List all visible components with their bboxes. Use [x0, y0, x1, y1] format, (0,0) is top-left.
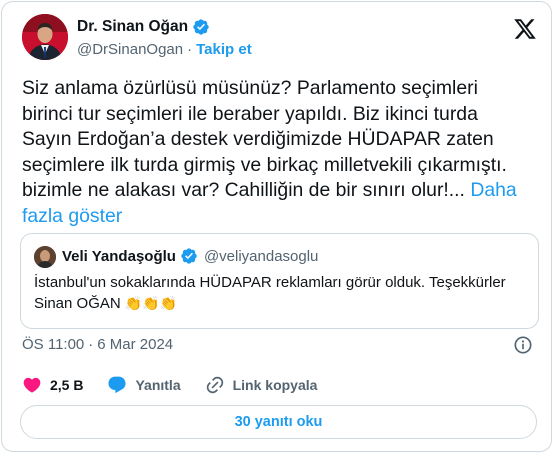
info-icon[interactable]	[513, 335, 533, 355]
like-button[interactable]: 2,5 B	[22, 375, 83, 395]
author-avatar[interactable]	[22, 14, 68, 60]
quoted-tweet-body: İstanbul'un sokaklarında HÜDAPAR reklaml…	[34, 274, 506, 312]
read-replies-button[interactable]: 30 yanıtı oku	[20, 405, 537, 439]
quoted-author-avatar	[34, 246, 56, 268]
quoted-tweet[interactable]: Veli Yandaşoğlu @veliyandasoglu İstanbul…	[20, 233, 539, 329]
tweet-body: Siz anlama özürlüsü müsünüz? Parlamento …	[22, 77, 507, 201]
reply-bubble-icon	[108, 376, 127, 394]
verified-badge-icon	[180, 247, 198, 265]
tweet-card: Dr. Sinan Oğan @DrSinanOgan · Takip et S…	[1, 1, 552, 452]
author-name-row: Dr. Sinan Oğan	[77, 18, 210, 36]
copy-link-button[interactable]: Link kopyala	[205, 375, 318, 395]
verified-badge-icon	[192, 18, 210, 36]
tweet-actions: 2,5 B Yanıtla Link kopyala	[22, 374, 341, 396]
avatar-image	[22, 14, 68, 60]
quoted-author-row: Veli Yandaşoğlu @veliyandasoglu	[62, 247, 318, 265]
reply-button[interactable]: Yanıtla	[107, 375, 181, 395]
link-icon	[206, 376, 223, 394]
copy-link-label: Link kopyala	[232, 377, 318, 393]
x-logo-icon[interactable]	[513, 17, 537, 41]
author-handle-row: @DrSinanOgan · Takip et	[77, 41, 252, 58]
quoted-author-name: Veli Yandaşoğlu	[62, 247, 176, 265]
heart-icon	[23, 377, 41, 393]
reply-label: Yanıtla	[135, 377, 181, 393]
tweet-text: Siz anlama özürlüsü müsünüz? Parlamento …	[22, 76, 537, 229]
like-count: 2,5 B	[50, 377, 84, 393]
tweet-header: Dr. Sinan Oğan @DrSinanOgan · Takip et	[22, 14, 537, 62]
tweet-timestamp[interactable]: ÖS 11:00 · 6 Mar 2024	[22, 336, 173, 353]
quoted-author-handle: @veliyandasoglu	[203, 247, 319, 265]
follow-button[interactable]: Takip et	[196, 41, 252, 58]
quoted-tweet-text: İstanbul'un sokaklarında HÜDAPAR reklaml…	[34, 273, 529, 314]
handle-separator: ·	[187, 41, 193, 58]
clapping-hands-emoji: 👏👏👏	[124, 295, 178, 311]
read-replies-label: 30 yanıtı oku	[234, 414, 323, 430]
timestamp-separator: ·	[88, 336, 94, 353]
tweet-date: 6 Mar 2024	[97, 336, 174, 353]
author-handle[interactable]: @DrSinanOgan	[77, 41, 183, 58]
tweet-time: ÖS 11:00	[22, 336, 85, 353]
quoted-avatar-image	[34, 246, 56, 268]
author-name[interactable]: Dr. Sinan Oğan	[77, 18, 188, 36]
